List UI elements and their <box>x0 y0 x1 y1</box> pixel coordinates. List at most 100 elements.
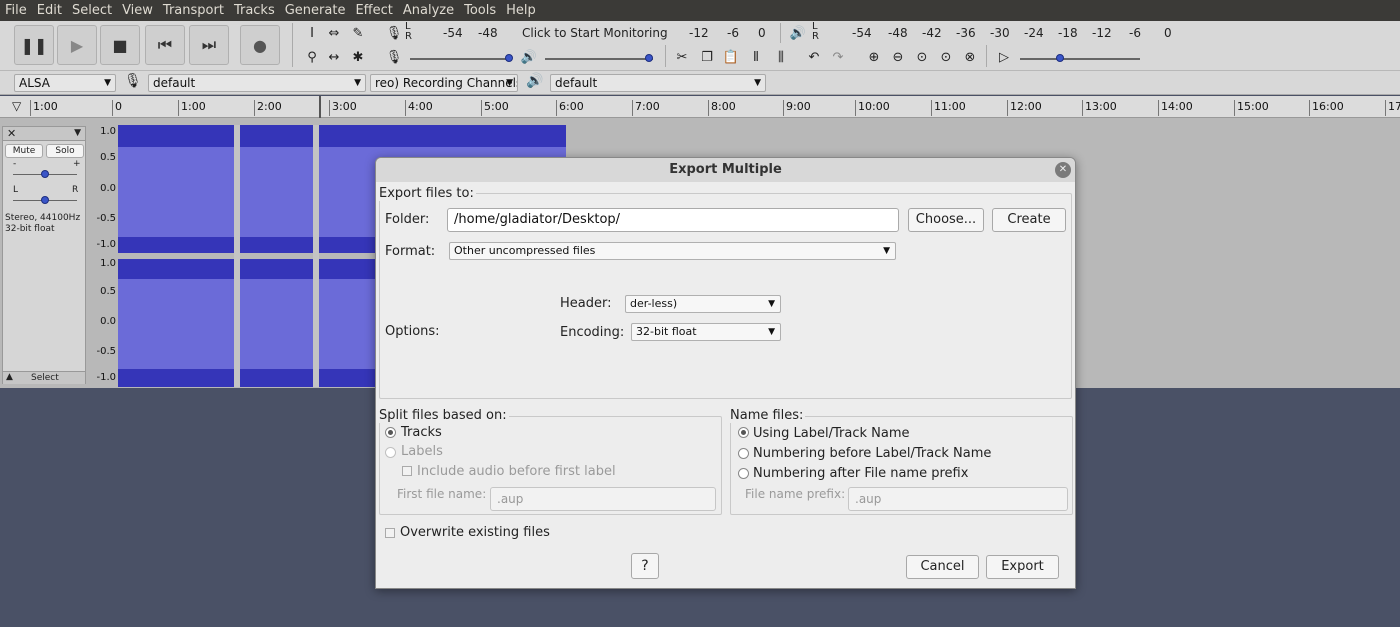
play-meter-tick: -36 <box>956 26 976 40</box>
gain-knob[interactable] <box>41 170 49 178</box>
close-icon[interactable]: ✕ <box>1055 162 1071 178</box>
pin-head-icon[interactable]: ▽ <box>12 99 21 113</box>
timeline-ruler[interactable]: ▽ 1:00 0 1:00 2:00 3:00 4:00 5:00 6:00 7… <box>0 96 1400 118</box>
collapse-icon[interactable]: ▲ <box>6 372 13 382</box>
help-button[interactable]: ? <box>631 553 659 579</box>
monitor-text[interactable]: Click to Start Monitoring <box>522 26 668 40</box>
choose-button[interactable]: Choose... <box>908 208 984 232</box>
paste-button[interactable]: 📋 <box>717 46 745 68</box>
prefix-input[interactable]: .aup <box>848 487 1068 511</box>
cursor-icon: I <box>310 25 314 41</box>
play-speed-slider[interactable] <box>1020 58 1140 60</box>
menu-analyze[interactable]: Analyze <box>398 3 459 18</box>
play-button[interactable]: ▶ <box>57 25 97 65</box>
split-files-label: Split files based on: <box>379 408 509 423</box>
clip-boundary[interactable] <box>234 125 240 387</box>
silence-button[interactable]: ⫼ <box>767 46 795 68</box>
split-tracks-radio[interactable] <box>385 427 396 438</box>
vruler-label: -0.5 <box>96 213 116 224</box>
overwrite-label[interactable]: Overwrite existing files <box>400 525 550 540</box>
ruler-tick: 17 <box>1385 100 1400 116</box>
cut-button[interactable]: ✂ <box>668 46 696 68</box>
menu-select[interactable]: Select <box>67 3 117 18</box>
chevron-down-icon[interactable]: ▼ <box>74 128 81 138</box>
header-select[interactable]: der-less) ▼ <box>625 295 781 313</box>
skip-end-button[interactable]: ⏭ <box>189 25 229 65</box>
play-volume-knob[interactable] <box>645 54 653 62</box>
name-numbering-before-radio[interactable] <box>738 448 749 459</box>
include-audio-checkbox[interactable] <box>402 466 412 476</box>
menu-file[interactable]: File <box>0 3 32 18</box>
speaker-icon: 🔊 <box>520 49 538 65</box>
play-meter-tick: -24 <box>1024 26 1044 40</box>
menu-generate[interactable]: Generate <box>280 3 351 18</box>
name-numbering-before-label[interactable]: Numbering before Label/Track Name <box>753 446 991 461</box>
close-icon[interactable]: ✕ <box>7 127 16 140</box>
name-numbering-after-label[interactable]: Numbering after File name prefix <box>753 466 968 481</box>
scissors-icon: ✂ <box>676 49 688 65</box>
split-labels-label[interactable]: Labels <box>401 444 443 459</box>
menu-effect[interactable]: Effect <box>350 3 397 18</box>
redo-button[interactable]: ↷ <box>824 46 852 68</box>
stop-icon: ■ <box>112 35 128 55</box>
zoom-toggle-button[interactable]: ⊗ <box>956 46 984 68</box>
record-button[interactable]: ● <box>240 25 280 65</box>
create-button[interactable]: Create <box>992 208 1066 232</box>
menu-edit[interactable]: Edit <box>32 3 67 18</box>
split-tracks-label[interactable]: Tracks <box>401 425 442 440</box>
mute-button[interactable]: Mute <box>5 144 43 158</box>
cancel-button[interactable]: Cancel <box>906 555 979 579</box>
multi-tool[interactable]: ✱ <box>344 46 372 68</box>
export-button[interactable]: Export <box>986 555 1059 579</box>
menu-tracks[interactable]: Tracks <box>229 3 280 18</box>
format-select[interactable]: Other uncompressed files ▼ <box>449 242 896 260</box>
audio-host-select[interactable]: ALSA ▼ <box>14 74 116 92</box>
vruler-label: -1.0 <box>96 372 116 383</box>
rec-meter-tick: -54 <box>443 26 463 40</box>
rec-meter-tick: -6 <box>727 26 739 40</box>
playback-device-select[interactable]: default ▼ <box>550 74 766 92</box>
name-numbering-after-radio[interactable] <box>738 468 749 479</box>
recording-channels-select[interactable]: reo) Recording Channels ▼ <box>370 74 518 92</box>
menu-tools[interactable]: Tools <box>459 3 501 18</box>
chevron-down-icon: ▼ <box>506 78 513 88</box>
encoding-select[interactable]: 32-bit float ▼ <box>631 323 781 341</box>
stop-button[interactable]: ■ <box>100 25 140 65</box>
menu-view[interactable]: View <box>117 3 158 18</box>
play-volume-slider[interactable] <box>545 58 653 60</box>
pause-icon: ❚❚ <box>20 35 48 55</box>
ruler-tick: 6:00 <box>556 100 584 116</box>
trim-button[interactable]: ⫴ <box>742 46 770 68</box>
export-multiple-dialog: Export Multiple ✕ Export files to: Folde… <box>375 157 1076 589</box>
fit-selection-icon: ⊙ <box>916 49 928 65</box>
name-using-label[interactable]: Using Label/Track Name <box>753 426 909 441</box>
rec-meter-button[interactable]: 🎙 <box>380 22 408 44</box>
pause-button[interactable]: ❚❚ <box>14 25 54 65</box>
menu-help[interactable]: Help <box>501 3 541 18</box>
rec-volume-knob[interactable] <box>505 54 513 62</box>
play-meter-button[interactable]: 🔊 <box>784 22 812 44</box>
ruler-tick: 3:00 <box>329 100 357 116</box>
pan-right-label: R <box>72 185 79 195</box>
select-track-button[interactable]: Select <box>31 373 59 383</box>
skip-start-button[interactable]: ⏮ <box>145 25 185 65</box>
play-at-speed-button[interactable]: ▷ <box>990 46 1018 68</box>
options-label: Options: <box>385 324 440 339</box>
pan-knob[interactable] <box>41 196 49 204</box>
solo-button[interactable]: Solo <box>46 144 84 158</box>
clip-boundary[interactable] <box>313 125 319 387</box>
first-file-input[interactable]: .aup <box>490 487 716 511</box>
include-audio-label[interactable]: Include audio before first label <box>417 464 616 479</box>
play-meter-tick: -6 <box>1129 26 1141 40</box>
recording-device-select[interactable]: default ▼ <box>148 74 366 92</box>
menu-transport[interactable]: Transport <box>158 3 229 18</box>
folder-input[interactable]: /home/gladiator/Desktop/ <box>447 208 899 232</box>
split-labels-radio[interactable] <box>385 447 396 458</box>
rec-volume-slider[interactable] <box>410 58 510 60</box>
speaker-icon: 🔊 <box>526 73 544 89</box>
play-speed-knob[interactable] <box>1056 54 1064 62</box>
track-title-bar[interactable]: ✕ ▼ <box>3 127 85 141</box>
overwrite-checkbox[interactable] <box>385 528 395 538</box>
draw-tool[interactable]: ✎ <box>344 22 372 44</box>
name-using-radio[interactable] <box>738 427 749 438</box>
